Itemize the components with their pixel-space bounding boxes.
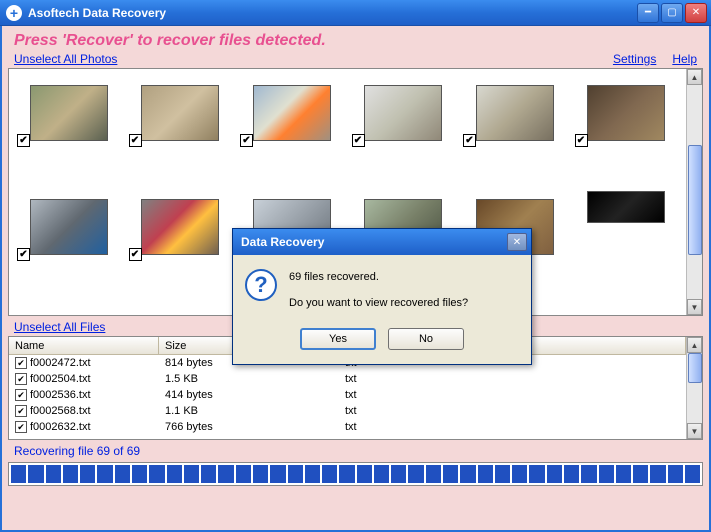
file-name: f0002504.txt — [30, 373, 91, 385]
file-ext: txt — [339, 404, 489, 418]
file-ext: txt — [339, 372, 489, 386]
photo-item[interactable] — [125, 191, 237, 305]
file-checkbox[interactable] — [15, 389, 27, 401]
photo-item[interactable] — [571, 191, 683, 231]
file-size: 414 bytes — [159, 388, 339, 402]
photo-checkbox[interactable] — [129, 134, 142, 147]
photo-checkbox[interactable] — [463, 134, 476, 147]
photo-thumbnail — [364, 85, 442, 141]
photo-checkbox[interactable] — [17, 134, 30, 147]
dialog-title: Data Recovery — [241, 235, 507, 249]
file-size: 1.5 KB — [159, 372, 339, 386]
dialog-close-button[interactable]: ✕ — [507, 233, 527, 251]
unselect-all-files-link[interactable]: Unselect All Files — [14, 320, 105, 334]
photo-thumbnail — [30, 199, 108, 255]
photo-thumbnail — [30, 85, 108, 141]
photo-item[interactable] — [459, 77, 571, 191]
file-size: 1.1 KB — [159, 404, 339, 418]
status-text: Recovering file 69 of 69 — [8, 440, 703, 462]
photo-item[interactable] — [125, 77, 237, 191]
scroll-thumb[interactable] — [688, 353, 702, 383]
file-ext: txt — [339, 388, 489, 402]
file-checkbox[interactable] — [15, 421, 27, 433]
unselect-all-photos-link[interactable]: Unselect All Photos — [14, 52, 117, 66]
scroll-up-button[interactable]: ▲ — [687, 337, 702, 353]
progress-bar — [8, 462, 703, 486]
app-icon — [6, 5, 22, 21]
file-checkbox[interactable] — [15, 405, 27, 417]
photo-item[interactable] — [13, 77, 125, 191]
photo-item[interactable] — [348, 77, 460, 191]
question-icon: ? — [245, 269, 277, 301]
dialog-titlebar: Data Recovery ✕ — [233, 229, 531, 255]
file-ext: txt — [339, 420, 489, 434]
photo-thumbnail — [587, 191, 665, 223]
help-link[interactable]: Help — [672, 52, 697, 66]
yes-button[interactable]: Yes — [300, 328, 376, 350]
file-checkbox[interactable] — [15, 373, 27, 385]
file-name: f0002472.txt — [30, 357, 91, 369]
maximize-button[interactable]: ▢ — [661, 3, 683, 23]
column-header-name[interactable]: Name — [9, 337, 159, 354]
photo-thumbnail — [587, 85, 665, 141]
table-row[interactable]: f0002632.txt 766 bytes txt — [9, 419, 686, 435]
file-checkbox[interactable] — [15, 357, 27, 369]
instruction-text: Press 'Recover' to recover files detecte… — [8, 28, 703, 52]
photo-thumbnail — [141, 85, 219, 141]
photo-item[interactable] — [571, 77, 683, 191]
file-name: f0002536.txt — [30, 389, 91, 401]
table-row[interactable]: f0002568.txt 1.1 KB txt — [9, 403, 686, 419]
photo-thumbnail — [253, 85, 331, 141]
photo-checkbox[interactable] — [575, 134, 588, 147]
minimize-button[interactable]: ━ — [637, 3, 659, 23]
photo-item[interactable] — [13, 191, 125, 305]
table-row[interactable]: f0002504.txt 1.5 KB txt — [9, 371, 686, 387]
dialog-data-recovery: Data Recovery ✕ ? 69 files recovered. Do… — [232, 228, 532, 365]
dialog-message-line2: Do you want to view recovered files? — [289, 295, 468, 313]
file-scrollbar[interactable]: ▲ ▼ — [686, 337, 702, 439]
photo-checkbox[interactable] — [240, 134, 253, 147]
photo-checkbox[interactable] — [352, 134, 365, 147]
settings-link[interactable]: Settings — [613, 52, 656, 66]
photo-thumbnail — [476, 85, 554, 141]
file-size: 766 bytes — [159, 420, 339, 434]
window-title: Asoftech Data Recovery — [28, 6, 637, 20]
file-name: f0002632.txt — [30, 421, 91, 433]
photo-thumbnail — [141, 199, 219, 255]
close-button[interactable]: ✕ — [685, 3, 707, 23]
photo-scrollbar[interactable]: ▲ ▼ — [686, 69, 702, 315]
table-row[interactable]: f0002536.txt 414 bytes txt — [9, 387, 686, 403]
scroll-up-button[interactable]: ▲ — [687, 69, 702, 85]
photo-checkbox[interactable] — [17, 248, 30, 261]
scroll-down-button[interactable]: ▼ — [687, 299, 702, 315]
window-titlebar: Asoftech Data Recovery ━ ▢ ✕ — [0, 0, 711, 26]
photo-checkbox[interactable] — [129, 248, 142, 261]
file-name: f0002568.txt — [30, 405, 91, 417]
no-button[interactable]: No — [388, 328, 464, 350]
dialog-message-line1: 69 files recovered. — [289, 269, 468, 287]
photo-item[interactable] — [236, 77, 348, 191]
scroll-down-button[interactable]: ▼ — [687, 423, 702, 439]
scroll-thumb[interactable] — [688, 145, 702, 255]
